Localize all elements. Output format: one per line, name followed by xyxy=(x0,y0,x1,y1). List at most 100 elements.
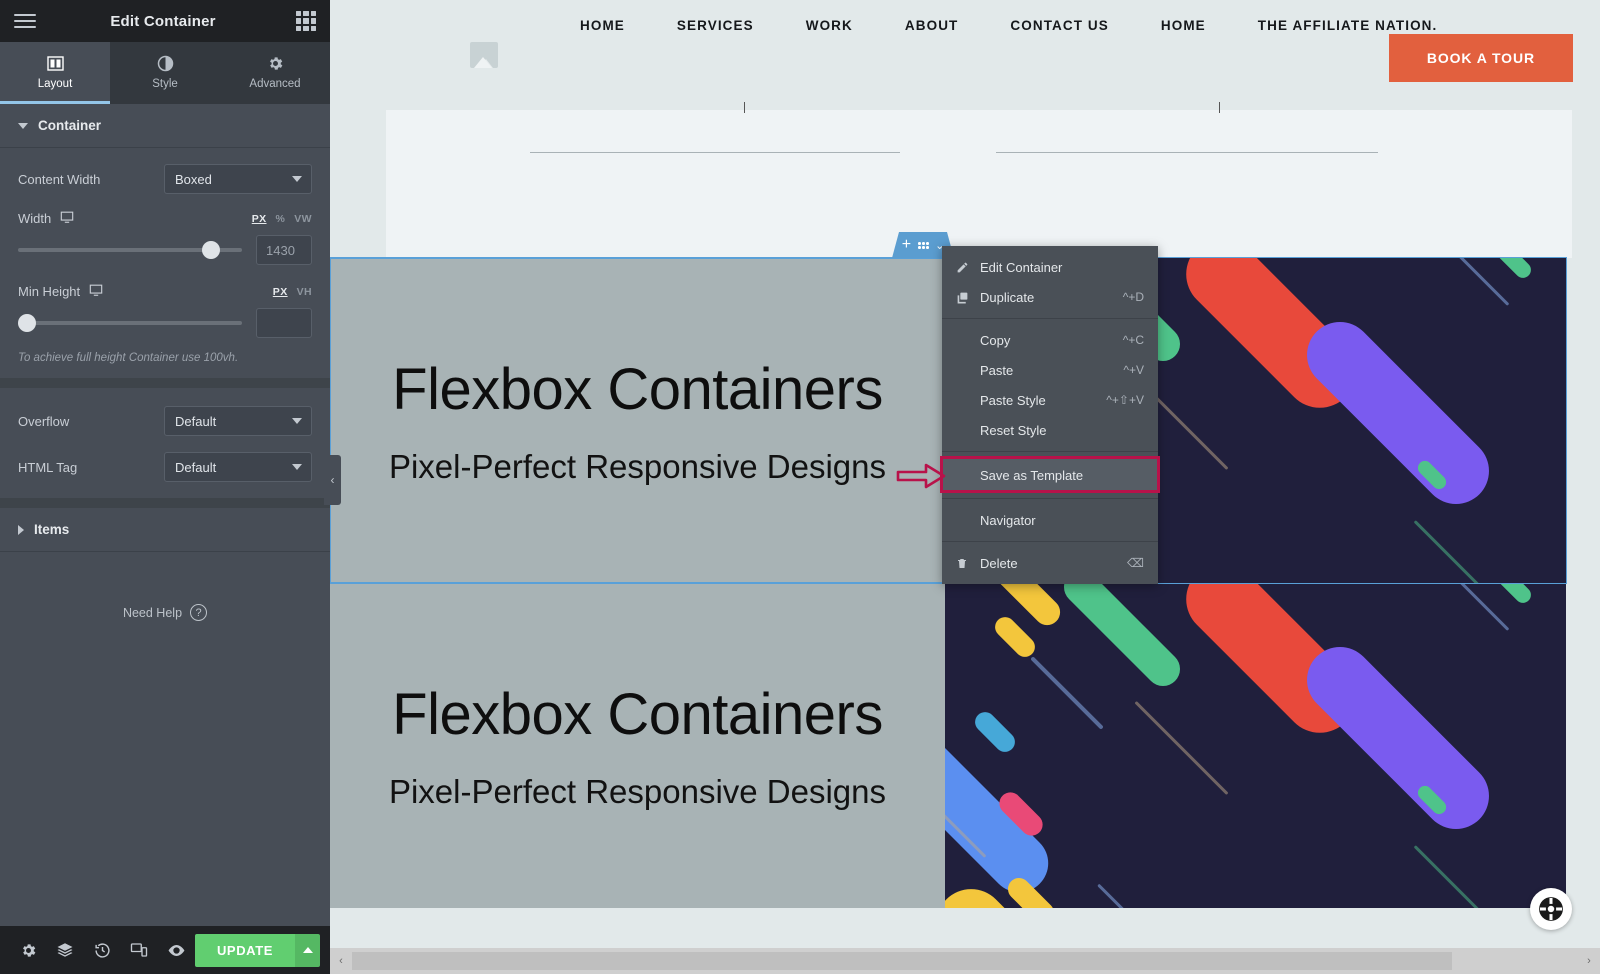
tab-advanced-label: Advanced xyxy=(249,77,301,90)
menu-item-label: Edit Container xyxy=(980,259,1063,275)
width-slider[interactable] xyxy=(18,239,242,261)
editor-canvas: HOME SERVICES WORK ABOUT CONTACT US HOME… xyxy=(330,0,1600,974)
pencil-icon xyxy=(956,261,980,274)
form-caret xyxy=(744,102,745,113)
desktop-device-icon[interactable] xyxy=(89,283,103,300)
slider-track xyxy=(18,321,242,325)
panel-header: Edit Container xyxy=(0,0,330,42)
html-tag-select[interactable]: Default xyxy=(164,452,312,482)
form-section xyxy=(386,102,1572,258)
help-question-icon[interactable]: ? xyxy=(190,604,208,621)
layers-icon[interactable] xyxy=(47,926,84,974)
tab-layout[interactable]: Layout xyxy=(0,42,110,104)
html-tag-row: HTML Tag Default xyxy=(18,452,312,482)
width-units: PX % VW xyxy=(252,213,312,225)
unit-px[interactable]: PX xyxy=(252,213,267,225)
container-1-subheading: Pixel-Perfect Responsive Designs xyxy=(388,448,887,486)
responsive-devices-icon[interactable] xyxy=(121,926,158,974)
chevron-left-icon[interactable]: ‹ xyxy=(330,948,352,974)
panel-tabs: Layout Style Advanced xyxy=(0,42,330,104)
menu-item-paste-style[interactable]: Paste Style ^+⇧+V xyxy=(942,385,1158,415)
scrollbar-thumb[interactable] xyxy=(352,952,1452,970)
unit-px[interactable]: PX xyxy=(273,286,288,298)
menu-item-reset-style[interactable]: Reset Style xyxy=(942,415,1158,445)
history-icon[interactable] xyxy=(84,926,121,974)
menu-item-label: Duplicate xyxy=(980,289,1035,305)
container-1-heading: Flexbox Containers xyxy=(392,356,883,422)
width-label: Width xyxy=(18,211,52,226)
slider-knob[interactable] xyxy=(201,241,220,259)
width-slider-row: 1430 xyxy=(18,235,312,265)
menu-item-label: Paste xyxy=(980,362,1014,378)
unit-percent[interactable]: % xyxy=(276,213,286,225)
min-height-label: Min Height xyxy=(18,284,81,299)
nav-link-work[interactable]: WORK xyxy=(806,18,853,33)
gear-icon[interactable] xyxy=(10,926,47,974)
menu-separator xyxy=(942,318,1158,319)
menu-item-paste[interactable]: Paste ^+V xyxy=(942,355,1158,385)
overflow-row: Overflow Default xyxy=(18,406,312,436)
need-help: Need Help ? xyxy=(0,552,330,621)
slider-knob[interactable] xyxy=(18,314,36,332)
width-input[interactable]: 1430 xyxy=(256,235,312,265)
tab-style-label: Style xyxy=(152,77,178,90)
menu-item-copy[interactable]: Copy ^+C xyxy=(942,325,1158,355)
update-options-button[interactable] xyxy=(295,933,320,967)
content-width-row: Content Width Boxed xyxy=(18,164,312,194)
menu-item-edit-container[interactable]: Edit Container xyxy=(942,252,1158,282)
nav-link-home[interactable]: HOME xyxy=(580,18,625,33)
panel-divider xyxy=(0,378,330,388)
unit-vw[interactable]: VW xyxy=(294,213,312,225)
min-height-slider[interactable] xyxy=(18,312,242,334)
container-2[interactable]: Flexbox Containers Pixel-Perfect Respons… xyxy=(330,583,1566,908)
desktop-device-icon[interactable] xyxy=(60,210,74,227)
update-button[interactable]: UPDATE xyxy=(194,933,296,967)
gear-icon xyxy=(267,54,284,73)
nav-link-home-2[interactable]: HOME xyxy=(1161,18,1206,33)
menu-item-label: Save as Template xyxy=(980,467,1084,483)
form-field-underline[interactable] xyxy=(530,152,900,153)
grid-apps-icon[interactable] xyxy=(296,11,316,31)
chevron-down-icon xyxy=(292,176,302,182)
section-container[interactable]: Container xyxy=(0,104,330,148)
chevron-right-icon[interactable]: › xyxy=(1578,948,1600,974)
menu-item-label: Reset Style xyxy=(980,422,1047,438)
canvas-horizontal-scrollbar[interactable]: ‹ › xyxy=(330,948,1600,974)
min-height-input[interactable] xyxy=(256,308,312,338)
min-height-units: PX VH xyxy=(273,286,312,298)
move-crosshair-icon[interactable] xyxy=(1530,888,1572,930)
tab-style[interactable]: Style xyxy=(110,42,220,104)
layout-columns-icon xyxy=(46,54,64,73)
book-a-tour-button[interactable]: BOOK A TOUR xyxy=(1388,34,1573,82)
extra-controls: Overflow Default HTML Tag Default xyxy=(0,388,330,498)
content-width-select[interactable]: Boxed xyxy=(164,164,312,194)
menu-item-label: Copy xyxy=(980,332,1011,348)
preview-eye-icon[interactable] xyxy=(158,926,195,974)
form-field-underline[interactable] xyxy=(996,152,1378,153)
broken-image-icon xyxy=(470,42,498,68)
annotation-arrow-icon xyxy=(896,462,946,495)
content-width-label: Content Width xyxy=(18,171,101,187)
decorative-capsules-image xyxy=(945,583,1566,908)
overflow-select[interactable]: Default xyxy=(164,406,312,436)
tab-advanced[interactable]: Advanced xyxy=(220,42,330,104)
menu-item-duplicate[interactable]: Duplicate ^+D xyxy=(942,282,1158,312)
nav-link-about[interactable]: ABOUT xyxy=(905,18,959,33)
menu-item-navigator[interactable]: Navigator xyxy=(942,505,1158,535)
section-items[interactable]: Items xyxy=(0,508,330,552)
unit-vh[interactable]: VH xyxy=(297,286,312,298)
plus-icon[interactable]: + xyxy=(902,237,911,253)
nav-link-the-affiliate-nation[interactable]: THE AFFILIATE NATION. xyxy=(1258,18,1438,33)
six-dots-icon[interactable] xyxy=(918,242,929,249)
menu-item-shortcut: ^+⇧+V xyxy=(1106,393,1144,407)
need-help-label: Need Help xyxy=(122,605,183,620)
html-tag-value: Default xyxy=(175,459,217,475)
width-label-row: Width PX % VW xyxy=(18,210,312,227)
panel-collapse-toggle[interactable]: ‹ xyxy=(324,455,341,505)
nav-link-contact-us[interactable]: CONTACT US xyxy=(1010,18,1109,33)
menu-item-shortcut: ⌫ xyxy=(1127,556,1144,570)
menu-item-delete[interactable]: Delete ⌫ xyxy=(942,548,1158,578)
menu-item-save-as-template[interactable]: Save as Template xyxy=(942,458,1158,492)
chevron-right-icon xyxy=(18,524,24,535)
nav-link-services[interactable]: SERVICES xyxy=(677,18,754,33)
